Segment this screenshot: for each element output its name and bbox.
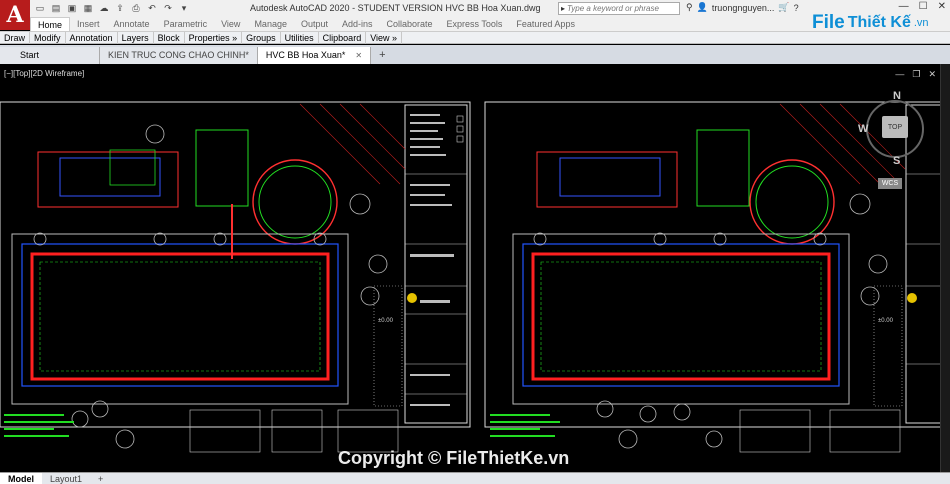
right-plan: [490, 103, 906, 453]
ribbon-tab-express-tools[interactable]: Express Tools: [440, 17, 510, 31]
panel-layers[interactable]: Layers: [118, 31, 154, 44]
level-label-left: ±0.00: [378, 318, 394, 324]
ribbon-tab-output[interactable]: Output: [294, 17, 335, 31]
filethietke-logo: File Thiết Kế .vn: [812, 12, 929, 34]
tab-label: KIEN TRUC CONG CHAO CHINH*: [108, 50, 249, 60]
left-title-lines: [405, 173, 467, 395]
left-plan: [4, 103, 406, 453]
save-icon[interactable]: ▣: [66, 2, 78, 14]
ribbon-panels: Draw Modify Annotation Layers Block Propertie…: [0, 31, 950, 44]
user-icon[interactable]: 👤: [697, 2, 708, 13]
close-icon[interactable]: ✕: [938, 1, 946, 12]
user-name[interactable]: truongnguyen...: [712, 3, 775, 13]
tab-start-label: Start: [20, 50, 40, 60]
help-icon[interactable]: ?: [794, 3, 799, 13]
panel-block[interactable]: Block: [154, 31, 185, 44]
viewcube-west[interactable]: W: [858, 123, 868, 135]
ribbon-tab-featured-apps[interactable]: Featured Apps: [509, 17, 582, 31]
autocad-logo-button[interactable]: A: [0, 0, 30, 30]
minimize-icon[interactable]: —: [899, 1, 909, 12]
maximize-icon[interactable]: ☐: [919, 1, 928, 12]
ribbon-tab-parametric[interactable]: Parametric: [157, 17, 215, 31]
print-icon[interactable]: ⎙: [130, 2, 142, 14]
panel-utilities[interactable]: Utilities: [281, 31, 319, 44]
viewport-label[interactable]: [−][Top][2D Wireframe]: [4, 69, 84, 78]
title-bar: A ▭ ▤ ▣ ▦ ☁ ⇪ ⎙ ↶ ↷ ▾ Autodesk AutoCAD 2…: [0, 0, 950, 30]
copyright-watermark: Copyright © FileThietKe.vn: [338, 448, 570, 468]
logo-domain: .vn: [913, 17, 929, 29]
tab-file-kien-truc[interactable]: KIEN TRUC CONG CHAO CHINH*: [100, 47, 258, 64]
tab-model[interactable]: Model: [0, 472, 42, 484]
cad-drawing: ±0.00 ±0.00: [0, 101, 949, 453]
new-tab-label: +: [379, 49, 386, 61]
ribbon-tab-manage[interactable]: Manage: [247, 17, 294, 31]
viewcube-south[interactable]: S: [893, 155, 900, 167]
viewport-minimize-icon[interactable]: —: [895, 69, 904, 80]
panel-draw[interactable]: Draw: [0, 31, 31, 44]
ribbon-tab-home[interactable]: Home: [30, 17, 71, 31]
ribbon-tab-add-ins[interactable]: Add-ins: [335, 17, 380, 31]
cart-icon[interactable]: 🛒: [778, 2, 789, 13]
new-file-icon[interactable]: ▭: [34, 2, 46, 14]
left-title-text: [410, 114, 454, 406]
search-input[interactable]: ▸ Type a keyword or phrase: [558, 2, 680, 15]
search-placeholder: Type a keyword or phrase: [567, 4, 659, 13]
ribbon-tab-view[interactable]: View: [214, 17, 247, 31]
left-stamp: [407, 293, 417, 303]
panel-view[interactable]: View »: [366, 31, 403, 44]
autocad-window: A ▭ ▤ ▣ ▦ ☁ ⇪ ⎙ ↶ ↷ ▾ Autodesk AutoCAD 2…: [0, 0, 950, 484]
save-as-icon[interactable]: ▦: [82, 2, 94, 14]
tab-layout1[interactable]: Layout1: [42, 473, 90, 484]
viewcube-north[interactable]: N: [893, 90, 901, 102]
wcs-menu[interactable]: WCS: [878, 178, 902, 189]
tab-start[interactable]: Start: [0, 47, 100, 64]
panel-modify[interactable]: Modify: [30, 31, 66, 44]
user-area: ⚲ 👤 truongnguyen... 🛒 ?: [686, 2, 799, 13]
dropdown-icon[interactable]: ▾: [178, 2, 190, 14]
undo-icon[interactable]: ↶: [146, 2, 158, 14]
search-caret-icon: ▸: [561, 4, 566, 13]
logo-brand-rest: Thiết Kế: [847, 14, 911, 31]
drawing-canvas[interactable]: ±0.00 ±0.00 [−][Top][2D Wireframe] — ❐ ✕…: [0, 64, 950, 472]
viewcube-top-face[interactable]: TOP: [882, 116, 908, 138]
logo-brand: File: [812, 12, 845, 33]
ribbon-tab-annotate[interactable]: Annotate: [107, 17, 157, 31]
document-tabs: Start KIEN TRUC CONG CHAO CHINH* HVC BB …: [0, 45, 950, 64]
logo-letter: A: [6, 2, 24, 28]
left-title-checkboxes: [456, 115, 464, 143]
add-layout-button[interactable]: +: [90, 473, 111, 484]
panel-annotation[interactable]: Annotation: [66, 31, 118, 44]
redo-icon[interactable]: ↷: [162, 2, 174, 14]
panel-properties[interactable]: Properties »: [185, 31, 243, 44]
share-icon[interactable]: ⇪: [114, 2, 126, 14]
level-label-right: ±0.00: [878, 318, 894, 324]
cloud-icon[interactable]: ☁: [98, 2, 110, 14]
binoculars-icon[interactable]: ⚲: [686, 2, 693, 13]
close-tab-icon[interactable]: ✕: [355, 47, 362, 64]
ribbon-tab-collaborate[interactable]: Collaborate: [380, 17, 440, 31]
ribbon-tab-insert[interactable]: Insert: [70, 17, 107, 31]
tab-label: HVC BB Hoa Xuan*: [265, 50, 346, 60]
right-stamp: [907, 293, 917, 303]
model-layout-tabs: Model Layout1 +: [0, 472, 950, 484]
panel-clipboard[interactable]: Clipboard: [319, 31, 367, 44]
window-controls: — ☐ ✕: [899, 1, 946, 12]
new-tab-button[interactable]: +: [371, 47, 393, 64]
vertical-scrollbar[interactable]: [940, 64, 950, 472]
viewport-controls: — ❐ ✕: [895, 69, 936, 80]
open-folder-icon[interactable]: ▤: [50, 2, 62, 14]
viewport-close-icon[interactable]: ✕: [928, 69, 936, 80]
tab-file-hvc[interactable]: HVC BB Hoa Xuan* ✕: [257, 47, 372, 64]
window-title: Autodesk AutoCAD 2020 - STUDENT VERSION …: [250, 3, 541, 13]
quick-access-toolbar: ▭ ▤ ▣ ▦ ☁ ⇪ ⎙ ↶ ↷ ▾: [34, 2, 190, 14]
viewport-restore-icon[interactable]: ❐: [912, 69, 920, 80]
viewcube[interactable]: N W S TOP WCS: [856, 90, 936, 190]
panel-groups[interactable]: Groups: [242, 31, 281, 44]
